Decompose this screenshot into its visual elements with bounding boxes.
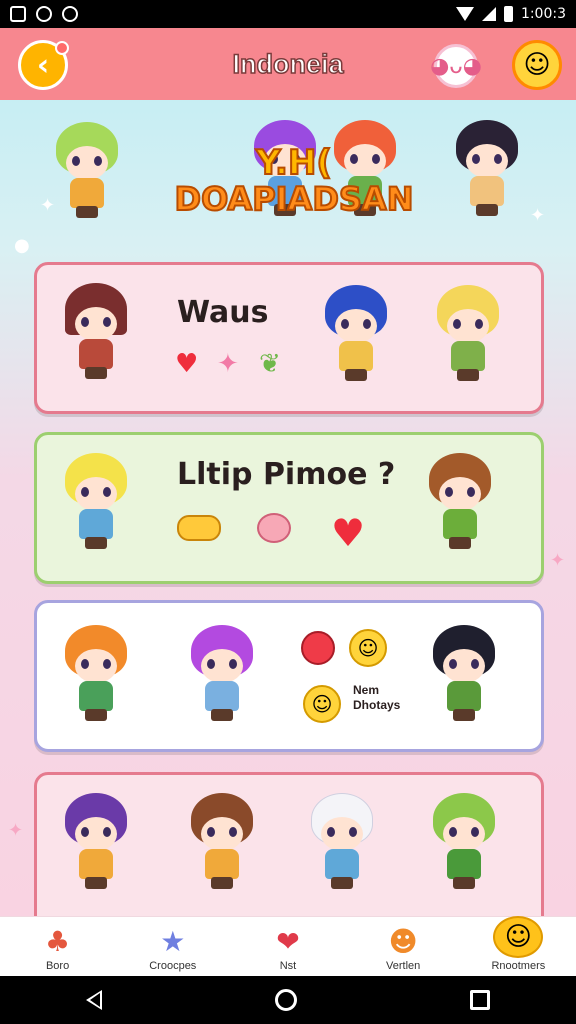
card-small-text: Nem Dhotays	[353, 683, 400, 713]
status-time: 1:00:3	[520, 6, 566, 22]
battery-icon	[503, 6, 513, 22]
card-title: Waus	[177, 295, 269, 330]
banner-title: Y.H( DOAPIADSAN	[156, 143, 432, 218]
sparkle-icon: ✦	[8, 820, 24, 841]
check-notification-icon	[62, 6, 78, 22]
sparkle-icon: ✦	[550, 550, 566, 571]
card-small-line2: Dhotays	[353, 698, 401, 712]
signal-icon	[481, 7, 496, 21]
nav-item-vertlen[interactable]: ☻ Vertlen	[348, 916, 458, 976]
leaf-icon: ❦	[259, 349, 281, 379]
card-character-purple	[61, 793, 131, 891]
system-home-icon[interactable]	[274, 989, 297, 1011]
bottom-nav: ♣ Boro ★ Croocpes ❤ Nst ☻ Vertlen ☺ Rnoo…	[0, 916, 576, 976]
sync-notification-icon	[36, 6, 52, 22]
card-character-dark	[429, 625, 499, 723]
card-character-blonde	[433, 285, 503, 383]
heart-icon: ♥	[175, 349, 199, 379]
pill-icon	[177, 515, 221, 541]
card-character-orange	[61, 625, 131, 723]
heart-badge-icon: ❤	[276, 925, 300, 958]
red-ball-icon	[301, 631, 335, 665]
wifi-icon	[455, 7, 474, 21]
profile-button[interactable]: ☺	[512, 40, 562, 90]
card-small-line1: Nem	[353, 683, 380, 697]
banner-title-line1: Y.H(	[255, 143, 333, 183]
card-character-yellow	[61, 453, 131, 551]
page-title: Indoneia	[232, 48, 345, 80]
nav-label: Rnootmers	[491, 960, 546, 972]
content-area: ✦ ● ✦ ✦ ✦ Y.H( DOAPIADSAN Waus ♥ ✦ ❦ Llt…	[0, 100, 576, 916]
mascot-button[interactable]: ◕ᴗ◕	[430, 44, 482, 88]
mushroom-icon: ♣	[45, 925, 71, 958]
blob-icon	[257, 513, 291, 543]
smiling-face-icon: ☺	[523, 50, 551, 80]
nav-label: Croocpes	[149, 960, 197, 972]
banner-title-line2: DOAPIADSAN	[174, 180, 415, 218]
arrow-left-icon: ‹	[36, 47, 50, 83]
smiley-icon: ☺	[493, 916, 544, 958]
banner-character-hat	[452, 120, 522, 218]
card-character-hat	[61, 283, 131, 381]
heart-icon: ♥	[331, 511, 366, 555]
card-waus[interactable]: Waus ♥ ✦ ❦	[34, 262, 544, 414]
smiley-icon: ☺	[303, 685, 341, 723]
card-character-violet	[187, 625, 257, 723]
status-bar: 1:00:3	[0, 0, 576, 28]
system-back-icon[interactable]	[86, 990, 103, 1010]
nav-item-boro[interactable]: ♣ Boro	[3, 916, 113, 976]
banner-character-green	[52, 122, 122, 220]
system-recents-icon[interactable]	[469, 990, 490, 1010]
nav-label: Boro	[45, 960, 70, 972]
nav-label: Nst	[279, 960, 297, 972]
card-character-bear	[187, 793, 257, 891]
star-icon: ★	[160, 925, 186, 958]
card-nem-dhotays[interactable]: ☺ ☺ Nem Dhotays	[34, 600, 544, 752]
card-character-brown	[425, 453, 495, 551]
app-header: ‹ Indoneia ◕ᴗ◕ ☺	[0, 28, 576, 100]
card-title: Lltip Pimoe ?	[177, 457, 396, 492]
banner: Y.H( DOAPIADSAN	[0, 100, 576, 250]
card-characters[interactable]	[34, 772, 544, 916]
image-notification-icon	[10, 6, 26, 22]
system-nav-bar	[0, 976, 576, 1024]
card-character-white	[307, 793, 377, 891]
card-character-blue	[321, 285, 391, 383]
notification-dot	[55, 41, 69, 55]
star-icon: ✦	[217, 349, 239, 379]
nav-item-croocpes[interactable]: ★ Croocpes	[118, 916, 228, 976]
card-character-lime	[429, 793, 499, 891]
back-button[interactable]: ‹	[18, 40, 69, 90]
nav-label: Vertlen	[386, 960, 421, 972]
ghost-mascot-icon: ◕ᴗ◕	[430, 53, 482, 79]
card-lltip-pimoe[interactable]: Lltip Pimoe ? ♥	[34, 432, 544, 584]
nav-item-rnootmers[interactable]: ☺ Rnootmers	[463, 916, 573, 976]
smiley-icon: ☺	[349, 629, 387, 667]
fox-face-icon: ☻	[388, 925, 418, 958]
nav-item-nst[interactable]: ❤ Nst	[233, 916, 343, 976]
